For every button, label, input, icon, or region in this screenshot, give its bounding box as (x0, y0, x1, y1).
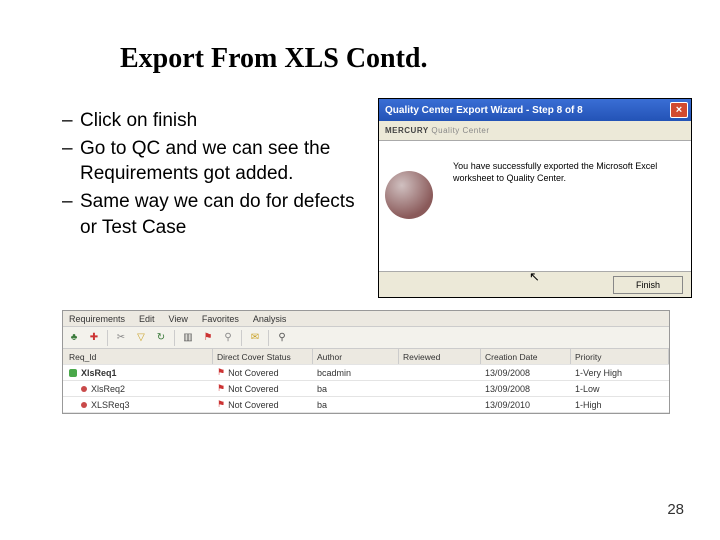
cell-cover: Not Covered (228, 368, 279, 378)
list-item: –Same way we can do for defects or Test … (62, 189, 362, 240)
cell-author: bcadmin (313, 368, 399, 378)
cell-cover: Not Covered (228, 400, 279, 410)
table-row[interactable]: XLSReq3 ⚑Not Covered ba 13/09/2010 1-Hig… (63, 397, 669, 413)
cell-name: XlsReq1 (81, 368, 117, 378)
menu-bar: Requirements Edit View Favorites Analysi… (63, 311, 669, 327)
dialog-titlebar: Quality Center Export Wizard - Step 8 of… (379, 99, 691, 121)
grid-header: Req_Id Direct Cover Status Author Review… (63, 349, 669, 365)
search-icon[interactable]: ⚲ (275, 331, 289, 345)
bullet-list: –Click on finish –Go to QC and we can se… (62, 108, 362, 242)
cell-date: 13/09/2010 (481, 400, 571, 410)
flag-icon[interactable]: ⚑ (201, 331, 215, 345)
menu-analysis[interactable]: Analysis (253, 314, 287, 324)
menu-edit[interactable]: Edit (139, 314, 155, 324)
col-reviewed[interactable]: Reviewed (399, 349, 481, 364)
folder-icon (69, 369, 77, 377)
qc-requirements-panel: Requirements Edit View Favorites Analysi… (62, 310, 670, 414)
filter-icon[interactable]: ▽ (134, 331, 148, 345)
brand-text: MERCURY (385, 126, 429, 135)
dialog-title: Quality Center Export Wizard - Step 8 of… (385, 105, 583, 116)
col-cover[interactable]: Direct Cover Status (213, 349, 313, 364)
cell-priority: 1-Very High (571, 368, 669, 378)
finish-button[interactable]: Finish (613, 276, 683, 294)
menu-view[interactable]: View (169, 314, 188, 324)
cell-name: XlsReq2 (91, 384, 125, 394)
toolbar: ♣ ✚ ✂ ▽ ↻ ▥ ⚑ ⚲ ✉ ⚲ (63, 327, 669, 349)
dialog-message: You have successfully exported the Micro… (445, 141, 691, 271)
item-icon (81, 402, 87, 408)
menu-requirements[interactable]: Requirements (69, 314, 125, 324)
refresh-icon[interactable]: ↻ (154, 331, 168, 345)
col-date[interactable]: Creation Date (481, 349, 571, 364)
flag-icon: ⚑ (217, 383, 225, 394)
cell-author: ba (313, 384, 399, 394)
list-item: –Go to QC and we can see the Requirement… (62, 136, 362, 187)
bullet-text: Click on finish (80, 108, 197, 134)
table-row[interactable]: XlsReq2 ⚑Not Covered ba 13/09/2008 1-Low (63, 381, 669, 397)
dialog-body: You have successfully exported the Micro… (379, 141, 691, 271)
page-title: Export From XLS Contd. (120, 43, 428, 75)
cursor-icon: ↖ (529, 269, 540, 285)
attach-icon[interactable]: ⚲ (221, 331, 235, 345)
columns-icon[interactable]: ▥ (181, 331, 195, 345)
cell-priority: 1-High (571, 400, 669, 410)
cell-priority: 1-Low (571, 384, 669, 394)
col-reqid[interactable]: Req_Id (63, 349, 213, 364)
page-number: 28 (667, 501, 684, 518)
item-icon (81, 386, 87, 392)
cell-author: ba (313, 400, 399, 410)
wizard-illustration (385, 165, 445, 219)
brand-subtext: Quality Center (431, 126, 489, 135)
flag-icon: ⚑ (217, 399, 225, 410)
mail-icon[interactable]: ✉ (248, 331, 262, 345)
add-icon[interactable]: ✚ (87, 331, 101, 345)
export-wizard-dialog: Quality Center Export Wizard - Step 8 of… (378, 98, 692, 298)
tree-icon[interactable]: ♣ (67, 331, 81, 345)
bullet-text: Same way we can do for defects or Test C… (80, 189, 362, 240)
flag-icon: ⚑ (217, 367, 225, 378)
col-priority[interactable]: Priority (571, 349, 669, 364)
close-button[interactable]: × (670, 102, 688, 118)
menu-favorites[interactable]: Favorites (202, 314, 239, 324)
cell-cover: Not Covered (228, 384, 279, 394)
cell-date: 13/09/2008 (481, 384, 571, 394)
table-row[interactable]: XlsReq1 ⚑Not Covered bcadmin 13/09/2008 … (63, 365, 669, 381)
col-author[interactable]: Author (313, 349, 399, 364)
cell-name: XLSReq3 (91, 400, 130, 410)
bullet-text: Go to QC and we can see the Requirements… (80, 136, 362, 187)
dialog-brand-bar: MERCURY Quality Center (379, 121, 691, 141)
cell-date: 13/09/2008 (481, 368, 571, 378)
list-item: –Click on finish (62, 108, 362, 134)
cut-icon[interactable]: ✂ (114, 331, 128, 345)
